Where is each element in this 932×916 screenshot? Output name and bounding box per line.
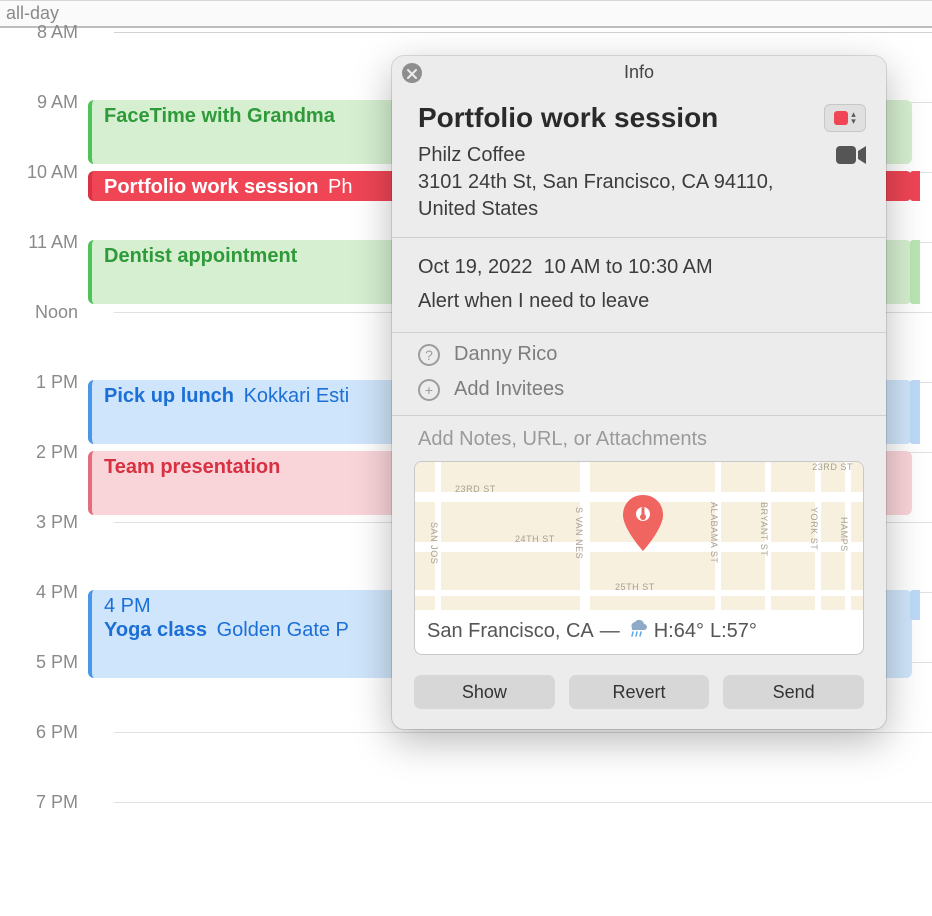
event-location: Golden Gate P — [217, 619, 349, 641]
hour-label: 7 PM — [8, 792, 78, 813]
location-map[interactable]: 23RD ST 24TH ST 25TH ST 23RD ST SAN JOS … — [414, 461, 864, 655]
event-title: Yoga class — [104, 619, 207, 641]
close-button[interactable] — [402, 63, 422, 83]
add-invitees-label: Add Invitees — [454, 378, 564, 401]
hour-label: 9 AM — [8, 92, 78, 113]
event-title: Team presentation — [104, 456, 280, 478]
event-edge-tab — [910, 240, 920, 304]
street-label: 23RD ST — [812, 462, 853, 472]
all-day-label: all-day — [6, 3, 59, 24]
event-date: Oct 19, 2022 — [418, 256, 533, 278]
invitee-row[interactable]: ? Danny Rico — [392, 333, 886, 372]
show-button[interactable]: Show — [414, 675, 555, 709]
hour-label: 5 PM — [8, 652, 78, 673]
send-button[interactable]: Send — [723, 675, 864, 709]
hour-label: 8 AM — [8, 22, 78, 43]
hour-label: 3 PM — [8, 512, 78, 533]
map-pin-icon — [621, 495, 665, 551]
street-label: SAN JOS — [429, 522, 439, 564]
event-edge-tab — [910, 590, 920, 620]
map-canvas: 23RD ST 24TH ST 25TH ST 23RD ST SAN JOS … — [415, 462, 863, 610]
hour-label: 1 PM — [8, 372, 78, 393]
video-call-icon[interactable] — [836, 142, 866, 171]
location-address: 3101 24th St, San Francisco, CA 94110, U… — [418, 169, 824, 223]
street-label: YORK ST — [809, 507, 819, 550]
event-title: Dentist appointment — [104, 245, 297, 267]
street-label: 23RD ST — [455, 484, 496, 494]
separator: — — [600, 620, 620, 643]
plus-icon: + — [418, 379, 440, 401]
event-datetime-section[interactable]: Oct 19, 2022 10 AM to 10:30 AM Alert whe… — [392, 238, 886, 332]
weather-rain-icon — [626, 618, 648, 644]
calendar-color-picker[interactable]: ▴▾ — [824, 104, 866, 132]
street-label: ALABAMA ST — [709, 502, 719, 563]
event-edge-tab — [910, 380, 920, 444]
weather-high: H:64° — [654, 620, 704, 643]
hour-label: Noon — [8, 302, 78, 323]
map-city: San Francisco, CA — [427, 620, 594, 643]
street-label: HAMPS — [839, 517, 849, 552]
all-day-row: all-day — [0, 0, 932, 28]
street-label: 25TH ST — [615, 582, 655, 592]
street-label: 24TH ST — [515, 534, 555, 544]
street-label: S VAN NES — [574, 507, 584, 559]
invitee-name: Danny Rico — [454, 343, 557, 366]
hour-label: 10 AM — [8, 162, 78, 183]
event-edge-tab — [910, 171, 920, 201]
chevron-updown-icon: ▴▾ — [851, 111, 856, 125]
popover-header: Info — [392, 56, 886, 88]
event-time-range: 10 AM to 10:30 AM — [544, 256, 713, 278]
event-info-popover: Info Portfolio work session ▴▾ Philz Cof… — [392, 56, 886, 729]
street-label: BRYANT ST — [759, 502, 769, 556]
hour-label: 4 PM — [8, 582, 78, 603]
add-invitees-button[interactable]: + Add Invitees — [392, 372, 886, 415]
event-title-field[interactable]: Portfolio work session — [418, 102, 812, 134]
event-location-field[interactable]: Philz Coffee 3101 24th St, San Francisco… — [418, 142, 824, 223]
close-icon — [407, 57, 417, 89]
hour-label: 11 AM — [8, 232, 78, 253]
hour-label: 2 PM — [8, 442, 78, 463]
event-title: FaceTime with Grandma — [104, 105, 335, 127]
notes-field[interactable]: Add Notes, URL, or Attachments — [392, 416, 886, 461]
question-icon: ? — [418, 344, 440, 366]
color-swatch — [834, 111, 848, 125]
popover-title: Info — [624, 62, 654, 82]
event-location: Ph — [328, 176, 352, 198]
revert-button[interactable]: Revert — [569, 675, 710, 709]
event-title: Portfolio work session — [104, 176, 318, 198]
hour-label: 6 PM — [8, 722, 78, 743]
weather-low: L:57° — [710, 620, 757, 643]
event-location: Kokkari Esti — [244, 385, 350, 407]
location-name: Philz Coffee — [418, 142, 824, 169]
map-weather-footer: San Francisco, CA — H:64° L:57° — [415, 610, 863, 654]
event-title: Pick up lunch — [104, 385, 234, 407]
event-alert: Alert when I need to leave — [418, 284, 860, 318]
